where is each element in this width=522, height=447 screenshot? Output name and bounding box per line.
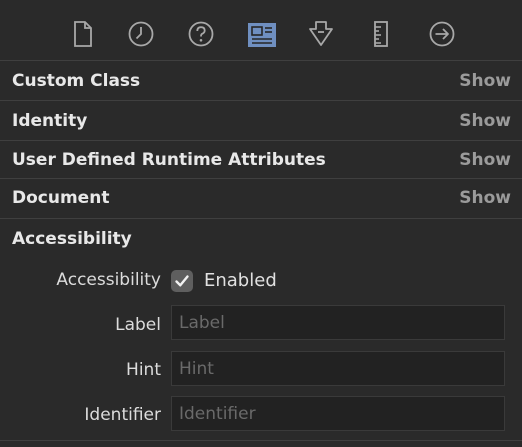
quick-help-button[interactable] <box>185 17 217 51</box>
hint-field-label: Hint <box>126 360 161 380</box>
ruler-icon <box>372 20 390 48</box>
show-runtime-attributes-button[interactable]: Show <box>459 150 511 170</box>
identifier-input[interactable] <box>171 396 505 431</box>
size-inspector-button[interactable] <box>365 17 397 51</box>
identity-card-icon <box>247 22 277 48</box>
section-title: Identity <box>12 111 88 131</box>
bottom-divider <box>0 440 522 441</box>
clock-icon <box>127 20 155 48</box>
accessibility-enabled-checkbox[interactable] <box>171 270 193 292</box>
section-title: Accessibility <box>12 229 132 249</box>
history-inspector-button[interactable] <box>125 17 157 51</box>
show-identity-button[interactable]: Show <box>459 111 511 131</box>
connections-inspector-button[interactable] <box>426 17 458 51</box>
inspector-toolbar <box>0 0 522 60</box>
accessibility-row-label: Accessibility <box>56 270 161 290</box>
help-icon <box>187 20 215 48</box>
identifier-field-label: Identifier <box>84 405 161 425</box>
section-title: Custom Class <box>12 71 141 91</box>
connections-arrow-icon <box>428 20 456 48</box>
file-inspector-button[interactable] <box>67 17 99 51</box>
document-section: Document Show <box>0 178 522 219</box>
section-title: Document <box>12 188 110 208</box>
show-document-button[interactable]: Show <box>459 188 511 208</box>
accessibility-section: Accessibility Accessibility Enabled Labe… <box>0 218 522 447</box>
attributes-inspector-button[interactable] <box>305 17 337 51</box>
hint-input[interactable] <box>171 351 505 386</box>
attributes-arrow-icon <box>307 20 335 48</box>
show-custom-class-button[interactable]: Show <box>459 71 511 91</box>
custom-class-section: Custom Class Show <box>0 60 522 101</box>
section-title: User Defined Runtime Attributes <box>12 150 326 170</box>
label-input[interactable] <box>171 305 505 340</box>
enabled-checkbox-label[interactable]: Enabled <box>204 270 277 291</box>
identity-inspector-button[interactable] <box>246 18 278 52</box>
label-field-label: Label <box>115 315 161 335</box>
runtime-attributes-section: User Defined Runtime Attributes Show <box>0 140 522 179</box>
inspector-panel: Custom Class Show Identity Show User Def… <box>0 0 522 447</box>
file-icon <box>72 20 94 48</box>
identity-section: Identity Show <box>0 100 522 141</box>
